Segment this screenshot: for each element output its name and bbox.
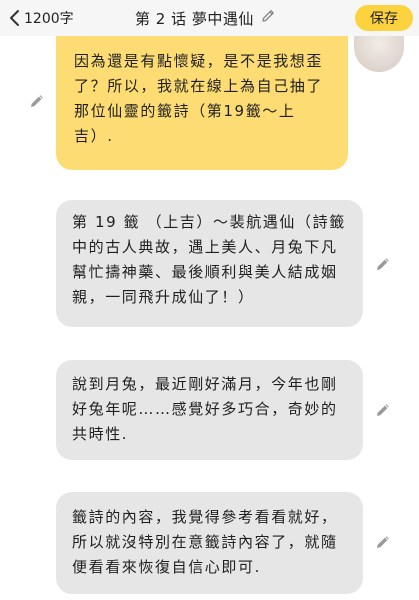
message-text-3: 說到月兔，最近剛好滿月，今年也剛好兔年呢……感覺好多巧合，奇妙的共時性. (72, 375, 338, 443)
pencil-icon[interactable] (260, 8, 276, 28)
edit-message-3-icon[interactable] (374, 401, 392, 419)
edit-message-1-icon[interactable] (28, 92, 46, 110)
word-count: 1200字 (24, 11, 74, 27)
edit-message-2-icon[interactable] (374, 255, 392, 273)
back-button[interactable]: 1200字 (8, 7, 74, 29)
message-bubble-3[interactable]: 說到月兔，最近剛好滿月，今年也剛好兔年呢……感覺好多巧合，奇妙的共時性. (56, 360, 363, 460)
message-bubble-1[interactable]: 因為還是有點懷疑，是不是我想歪了？所以，我就在線上為自己抽了那位仙靈的籤詩（第1… (56, 36, 348, 170)
message-text-2: 第 19 籤 （上吉）～裴航遇仙（詩籤中的古人典故，遇上美人、月兔下凡幫忙擣神藥… (72, 213, 346, 306)
avatar (354, 36, 404, 72)
chevron-left-icon (8, 9, 20, 27)
edit-message-4-icon[interactable] (374, 533, 392, 551)
message-bubble-2[interactable]: 第 19 籤 （上吉）～裴航遇仙（詩籤中的古人典故，遇上美人、月兔下凡幫忙擣神藥… (56, 200, 363, 327)
save-button[interactable]: 保存 (355, 5, 413, 31)
chapter-title-group[interactable]: 第 2 话 夢中遇仙 (135, 7, 276, 29)
chapter-title: 第 2 话 夢中遇仙 (135, 9, 254, 28)
message-bubble-4[interactable]: 籤詩的內容，我覺得參考看看就好，所以就沒特別在意籤詩內容了，就隨便看看來恢復自信… (56, 492, 363, 594)
top-bar: 1200字 第 2 话 夢中遇仙 保存 (0, 0, 419, 36)
message-text-1: 因為還是有點懷疑，是不是我想歪了？所以，我就在線上為自己抽了那位仙靈的籤詩（第1… (74, 52, 324, 145)
message-text-4: 籤詩的內容，我覺得參考看看就好，所以就沒特別在意籤詩內容了，就隨便看看來恢復自信… (72, 508, 338, 576)
